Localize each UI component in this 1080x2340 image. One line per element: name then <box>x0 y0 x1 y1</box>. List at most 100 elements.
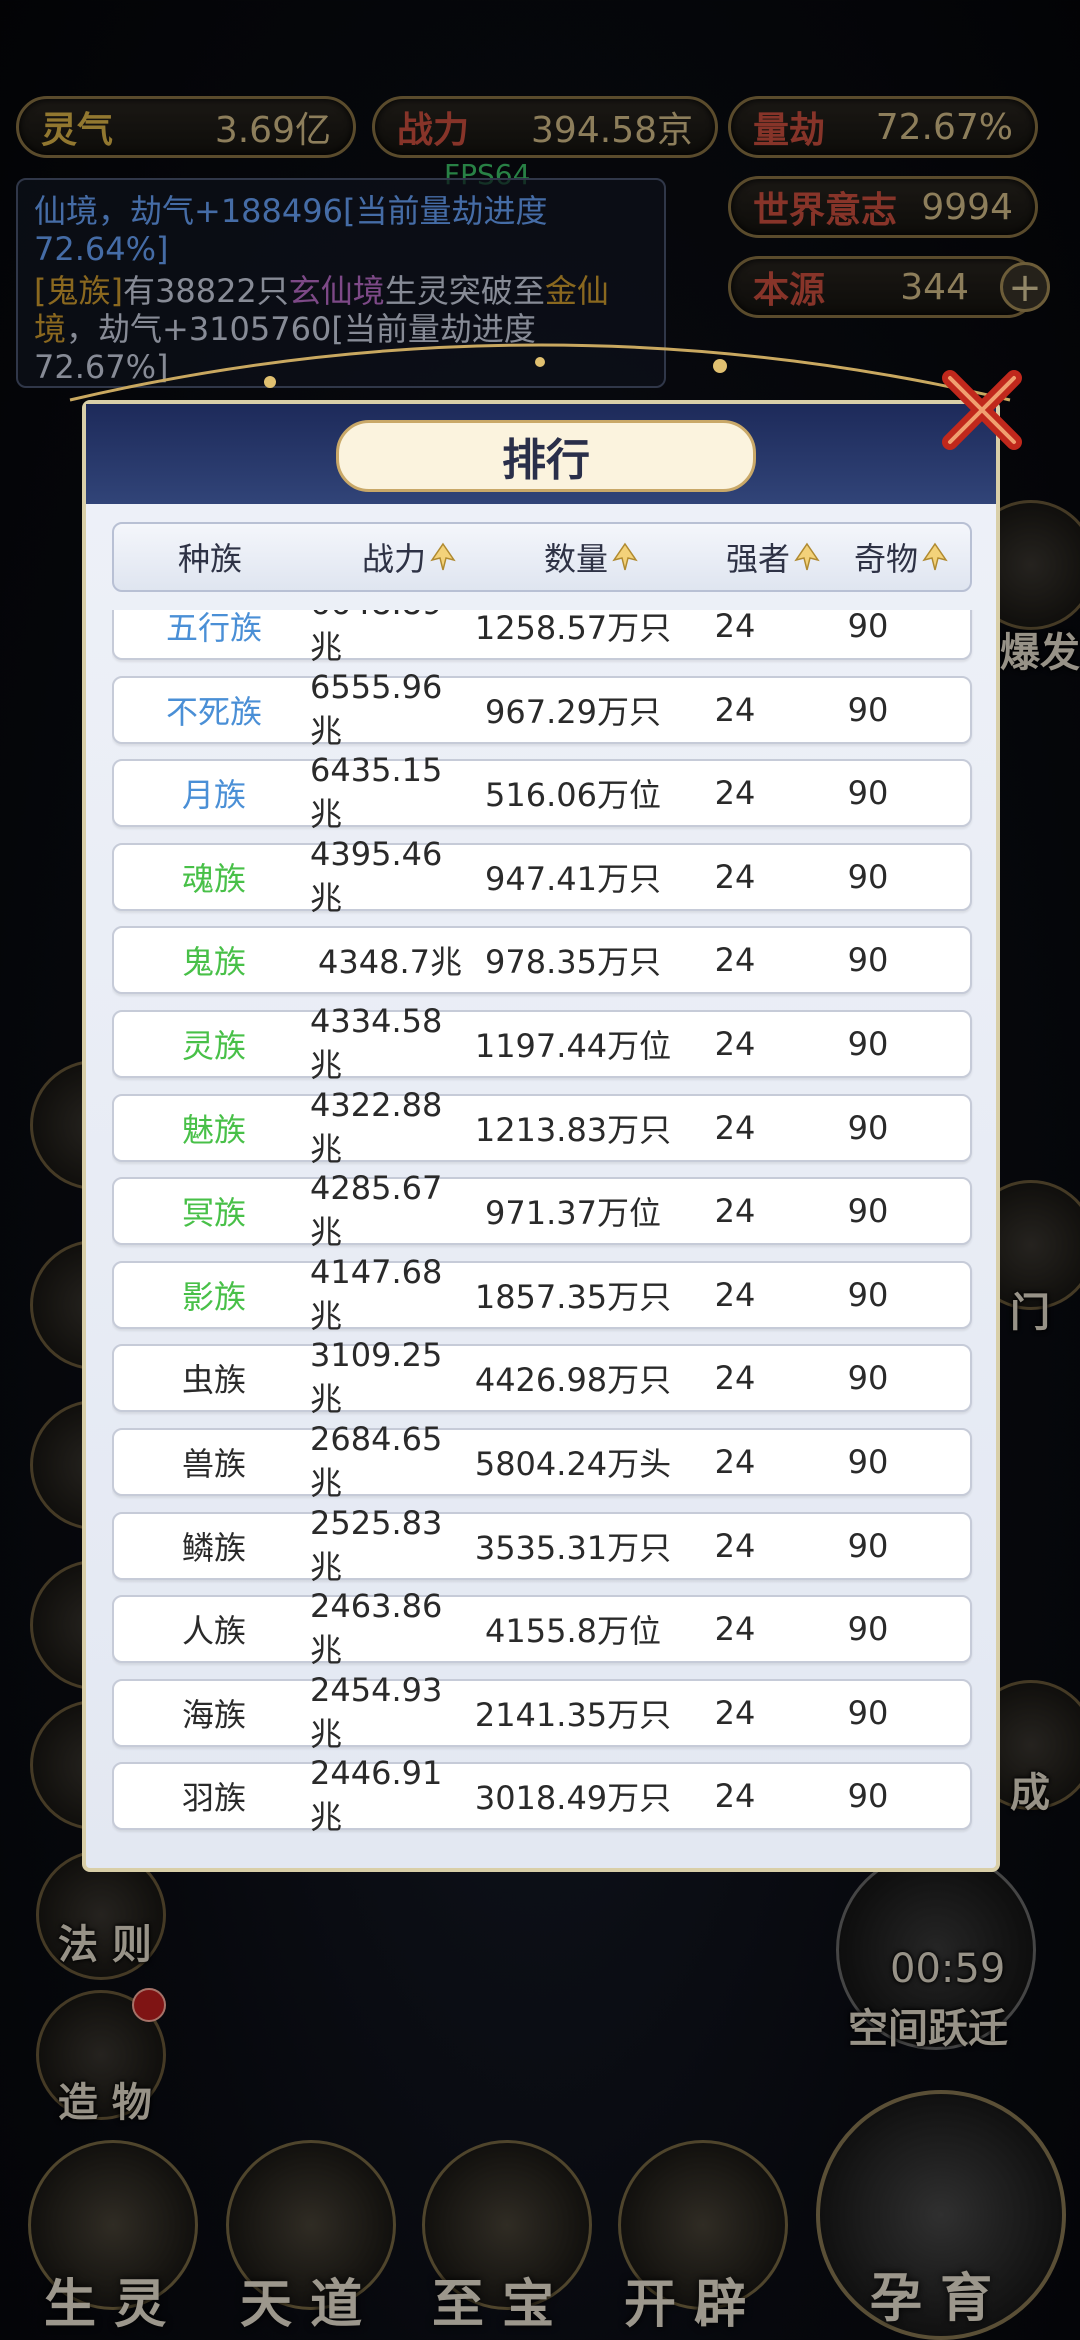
count-cell: 3535.31万只 <box>474 1528 672 1567</box>
power-cell: 6555.96兆 <box>310 667 443 750</box>
table-row[interactable]: 鳞族 2525.83兆 3535.31万只 24 90 <box>112 1503 972 1586</box>
count-cell: 1857.35万只 <box>474 1277 672 1316</box>
strong-cell: 24 <box>714 1275 756 1314</box>
sort-power-button[interactable]: 战力 <box>362 524 456 590</box>
table-row[interactable]: 人族 2463.86兆 4155.8万位 24 90 <box>112 1587 972 1670</box>
strong-cell: 24 <box>714 1610 756 1649</box>
item-cell: 90 <box>847 1275 889 1314</box>
power-cell: 4322.88兆 <box>310 1085 443 1168</box>
power-cell: 2463.86兆 <box>310 1587 443 1670</box>
sort-arrow-icon <box>922 542 948 571</box>
count-cell: 1258.57万只 <box>474 610 672 647</box>
race-cell: 不死族 <box>165 692 262 731</box>
race-cell: 影族 <box>181 1277 246 1316</box>
strong-cell: 24 <box>714 941 756 980</box>
race-cell: 虫族 <box>181 1361 246 1400</box>
race-cell: 海族 <box>181 1695 246 1734</box>
header-label: 奇物 <box>854 540 919 578</box>
race-cell: 羽族 <box>181 1779 246 1818</box>
item-cell: 90 <box>847 1192 889 1231</box>
power-cell: 3109.25兆 <box>310 1336 443 1419</box>
table-row[interactable]: 羽族 2446.91兆 3018.49万只 24 90 <box>112 1754 972 1837</box>
count-cell: 516.06万位 <box>485 776 661 815</box>
table-row[interactable]: 不死族 6555.96兆 967.29万只 24 90 <box>112 667 972 750</box>
item-cell: 90 <box>847 857 889 896</box>
table-row[interactable]: 魅族 4322.88兆 1213.83万只 24 90 <box>112 1085 972 1168</box>
race-cell: 鳞族 <box>181 1528 246 1567</box>
header-label: 数量 <box>544 540 609 578</box>
race-cell: 冥族 <box>181 1194 246 1233</box>
strong-cell: 24 <box>714 690 756 729</box>
strong-cell: 24 <box>714 1359 756 1398</box>
power-cell: 6648.89兆 <box>310 610 442 666</box>
item-cell: 90 <box>847 610 889 645</box>
strong-cell: 24 <box>714 1025 756 1063</box>
sort-count-button[interactable]: 数量 <box>544 524 638 590</box>
count-cell: 5804.24万头 <box>474 1445 672 1483</box>
count-cell: 4426.98万只 <box>474 1361 672 1400</box>
power-cell: 4395.46兆 <box>310 834 443 917</box>
item-cell: 90 <box>847 1777 889 1816</box>
item-cell: 90 <box>847 774 889 813</box>
table-row[interactable]: 影族 4147.68兆 1857.35万只 24 90 <box>112 1252 972 1335</box>
table-row[interactable]: 海族 2454.93兆 2141.35万只 24 90 <box>112 1671 972 1753</box>
panel-ornament <box>69 343 1011 402</box>
race-cell: 人族 <box>181 1612 246 1651</box>
header-race: 种族 <box>178 524 242 590</box>
race-cell: 兽族 <box>181 1445 246 1483</box>
sort-arrow-icon <box>794 542 820 571</box>
table-row[interactable]: 冥族 4285.67兆 971.37万位 24 90 <box>112 1169 972 1252</box>
strong-cell: 24 <box>714 1108 756 1147</box>
item-cell: 90 <box>847 1610 889 1649</box>
item-cell: 90 <box>847 1693 889 1732</box>
ranking-panel: 排行 种族 战力 数量 强者 奇物 五行族 6648.89兆 1258.57万只 24… <box>82 400 1000 1872</box>
count-cell: 2141.35万只 <box>474 1695 672 1734</box>
race-cell: 五行族 <box>165 610 262 647</box>
item-cell: 90 <box>847 1526 889 1565</box>
header-label: 战力 <box>362 540 427 578</box>
table-row[interactable]: 鬼族 4348.7兆 978.35万只 24 90 <box>112 926 972 995</box>
close-icon[interactable] <box>936 364 1028 456</box>
strong-cell: 24 <box>714 1526 756 1565</box>
count-cell: 1197.44万位 <box>474 1027 672 1065</box>
ranking-list[interactable]: 五行族 6648.89兆 1258.57万只 24 90 不死族 6555.96兆 967.2… <box>112 610 982 1850</box>
item-cell: 90 <box>847 1443 889 1481</box>
count-cell: 3018.49万只 <box>474 1779 672 1818</box>
race-cell: 魅族 <box>181 1110 246 1149</box>
count-cell: 4155.8万位 <box>485 1612 661 1651</box>
sort-item-button[interactable]: 奇物 <box>854 524 948 590</box>
power-cell: 2684.65兆 <box>310 1420 443 1502</box>
item-cell: 90 <box>847 1359 889 1398</box>
strong-cell: 24 <box>714 774 756 813</box>
race-cell: 魂族 <box>181 859 246 898</box>
strong-cell: 24 <box>714 1693 756 1732</box>
item-cell: 90 <box>847 690 889 729</box>
race-cell: 鬼族 <box>181 943 246 982</box>
sort-arrow-icon <box>612 542 638 571</box>
table-row[interactable]: 五行族 6648.89兆 1258.57万只 24 90 <box>112 610 972 666</box>
count-cell: 967.29万只 <box>485 692 661 731</box>
power-cell: 4147.68兆 <box>310 1252 443 1335</box>
power-cell: 6435.15兆 <box>310 751 443 834</box>
header-label: 强者 <box>726 540 791 578</box>
power-cell: 4285.67兆 <box>310 1169 443 1252</box>
power-cell: 2446.91兆 <box>310 1754 443 1837</box>
count-cell: 947.41万只 <box>485 859 661 898</box>
power-cell: 4348.7兆 <box>318 943 462 982</box>
sort-strong-button[interactable]: 强者 <box>726 524 820 590</box>
strong-cell: 24 <box>714 1777 756 1816</box>
strong-cell: 24 <box>714 857 756 896</box>
sort-arrow-icon <box>430 542 456 571</box>
table-row[interactable]: 魂族 4395.46兆 947.41万只 24 90 <box>112 834 972 917</box>
table-header: 种族 战力 数量 强者 奇物 <box>112 522 972 592</box>
table-row[interactable]: 兽族 2684.65兆 5804.24万头 24 90 <box>112 1420 972 1502</box>
strong-cell: 24 <box>714 1443 756 1481</box>
power-cell: 2525.83兆 <box>310 1503 443 1586</box>
table-row[interactable]: 灵族 4334.58兆 1197.44万位 24 90 <box>112 1002 972 1084</box>
count-cell: 971.37万位 <box>485 1194 661 1233</box>
strong-cell: 24 <box>714 610 756 645</box>
item-cell: 90 <box>847 1025 889 1063</box>
item-cell: 90 <box>847 1108 889 1147</box>
table-row[interactable]: 月族 6435.15兆 516.06万位 24 90 <box>112 751 972 834</box>
table-row[interactable]: 虫族 3109.25兆 4426.98万只 24 90 <box>112 1336 972 1419</box>
